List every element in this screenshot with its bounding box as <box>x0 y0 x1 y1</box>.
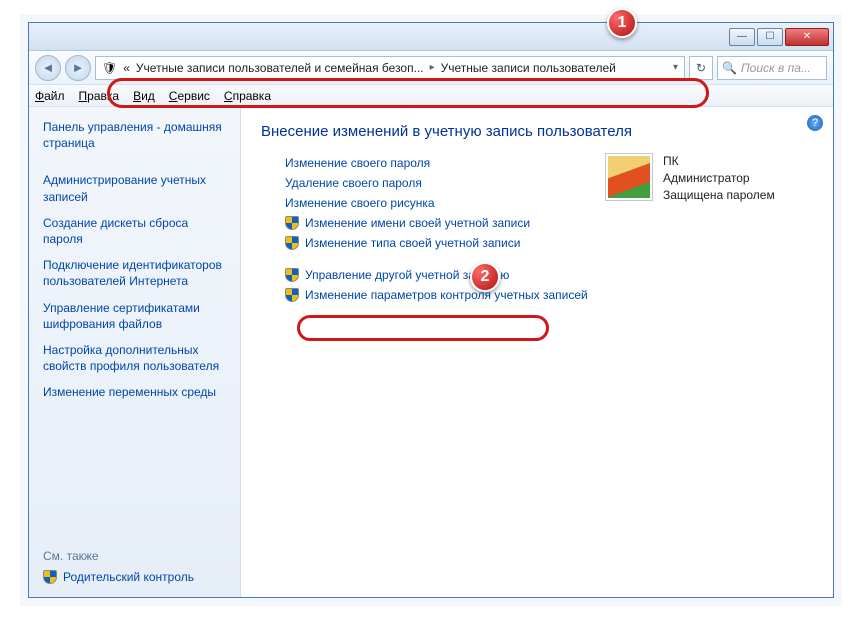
see-also-section: См. также Родительский контроль <box>43 549 226 585</box>
menu-help[interactable]: Справка <box>224 89 271 103</box>
link-change-name[interactable]: Изменение имени своей учетной записи <box>305 216 530 230</box>
account-links-group-2: Управление другой учетной записью Измене… <box>285 268 813 302</box>
forward-button[interactable]: ► <box>65 55 91 81</box>
see-also-label: См. также <box>43 549 226 563</box>
user-avatar <box>605 153 653 201</box>
sidebar-link-env[interactable]: Изменение переменных среды <box>43 384 226 400</box>
close-button[interactable]: ✕ <box>785 28 829 46</box>
breadcrumb-arrow-icon: ▸ <box>430 62 435 73</box>
titlebar: — ☐ ✕ <box>29 23 833 51</box>
page-title: Внесение изменений в учетную запись поль… <box>261 123 813 140</box>
link-change-picture[interactable]: Изменение своего рисунка <box>285 196 435 210</box>
menu-view[interactable]: Вид <box>133 89 155 103</box>
sidebar-link-admin[interactable]: Администрирование учетных записей <box>43 172 226 204</box>
breadcrumb-segment-1[interactable]: Учетные записи пользователей и семейная … <box>136 61 424 75</box>
sidebar-link-online-ids[interactable]: Подключение идентификаторов пользователе… <box>43 257 226 289</box>
link-change-password[interactable]: Изменение своего пароля <box>285 156 430 170</box>
search-box[interactable]: 🔍 Поиск в па... <box>717 56 827 80</box>
menu-bar: Файл Правка Вид Сервис Справка <box>29 85 833 107</box>
menu-edit[interactable]: Правка <box>79 89 120 103</box>
shield-icon <box>285 216 299 230</box>
breadcrumb-segment-2[interactable]: Учетные записи пользователей <box>441 61 616 75</box>
sidebar-link-parental[interactable]: Родительский контроль <box>63 569 194 585</box>
sidebar-link-reset-disk[interactable]: Создание дискеты сброса пароля <box>43 215 226 247</box>
help-icon[interactable]: ? <box>807 115 823 131</box>
sidebar-link-profile[interactable]: Настройка дополнительных свойств профиля… <box>43 342 226 374</box>
address-dropdown-icon[interactable]: ▾ <box>673 62 678 73</box>
menu-tools[interactable]: Сервис <box>169 89 210 103</box>
nav-toolbar: ◄ ► 🛡 « Учетные записи пользователей и с… <box>29 51 833 85</box>
link-remove-password[interactable]: Удаление своего пароля <box>285 176 422 190</box>
menu-file[interactable]: Файл <box>35 89 65 103</box>
maximize-button[interactable]: ☐ <box>757 28 783 46</box>
refresh-button[interactable]: ↻ <box>689 56 713 80</box>
shield-icon <box>285 236 299 250</box>
link-change-type[interactable]: Изменение типа своей учетной записи <box>305 236 520 250</box>
sidebar-link-certs[interactable]: Управление сертификатами шифрования файл… <box>43 300 226 332</box>
annotation-badge-1: 1 <box>607 8 637 38</box>
window-body: Панель управления - домашняя страница Ад… <box>29 107 833 597</box>
user-name: ПК <box>663 153 775 170</box>
breadcrumb-prefix: « <box>123 61 130 75</box>
shield-icon <box>285 268 299 282</box>
shield-icon <box>43 570 57 584</box>
search-icon: 🔍 <box>722 61 737 75</box>
address-bar[interactable]: 🛡 « Учетные записи пользователей и семей… <box>95 56 685 80</box>
main-content: ? Внесение изменений в учетную запись по… <box>241 107 833 597</box>
search-placeholder: Поиск в па... <box>741 61 811 75</box>
sidebar: Панель управления - домашняя страница Ад… <box>29 107 241 597</box>
user-info: ПК Администратор Защищена паролем <box>663 153 775 203</box>
back-button[interactable]: ◄ <box>35 55 61 81</box>
shield-icon <box>285 288 299 302</box>
user-status: Защищена паролем <box>663 187 775 204</box>
minimize-button[interactable]: — <box>729 28 755 46</box>
current-user-box: ПК Администратор Защищена паролем <box>605 153 805 203</box>
window-frame: — ☐ ✕ ◄ ► 🛡 « Учетные записи пользовател… <box>28 22 834 598</box>
user-role: Администратор <box>663 170 775 187</box>
link-uac-settings[interactable]: Изменение параметров контроля учетных за… <box>305 288 588 302</box>
sidebar-link-home[interactable]: Панель управления - домашняя страница <box>43 119 226 151</box>
annotation-badge-2: 2 <box>470 262 500 292</box>
control-panel-icon: 🛡 <box>102 61 117 75</box>
